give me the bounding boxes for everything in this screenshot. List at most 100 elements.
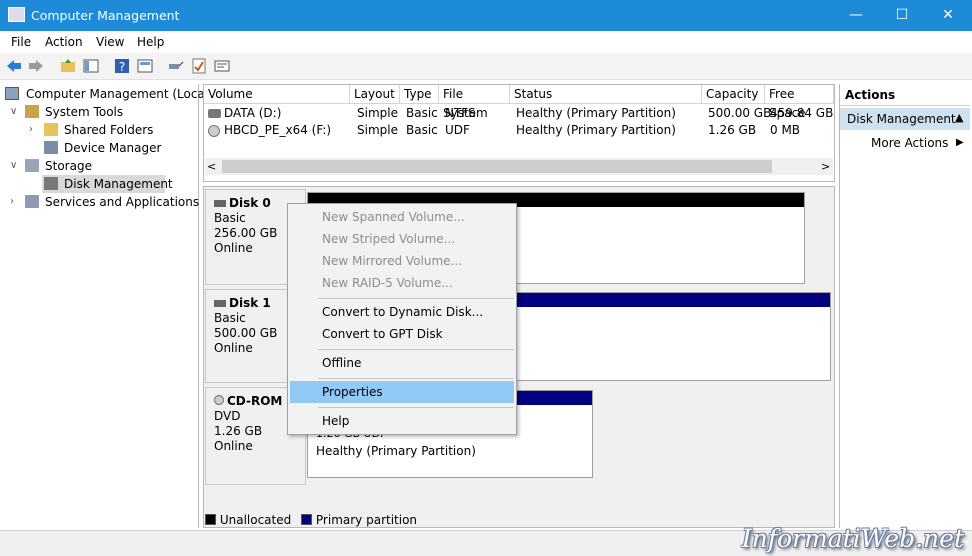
- menu-item-convert-to-gpt-disk[interactable]: Convert to GPT Disk: [290, 323, 514, 345]
- tree-item-shared-folders[interactable]: Shared Folders: [64, 121, 153, 139]
- column-header-volume[interactable]: Volume: [204, 85, 350, 104]
- menu-item-offline[interactable]: Offline: [290, 352, 514, 374]
- column-header-layout[interactable]: Layout: [350, 85, 400, 104]
- table-cell: 1.26 GB: [708, 123, 757, 137]
- close-button[interactable]: ✕: [925, 0, 971, 31]
- actions-title: Actions: [840, 84, 970, 106]
- tools-icon: [25, 105, 39, 118]
- table-cell: 459.84 GB: [770, 106, 834, 120]
- tree-item-disk-management[interactable]: Disk Management: [64, 175, 173, 193]
- menu-item-convert-to-dynamic-disk[interactable]: Convert to Dynamic Disk...: [290, 301, 514, 323]
- table-cell: 0 MB: [770, 123, 801, 137]
- menu-item-new-mirrored-volume: New Mirrored Volume...: [322, 254, 462, 268]
- column-header-file-system[interactable]: File System: [439, 85, 510, 120]
- drive-icon: [208, 109, 221, 118]
- disk-management-icon: [44, 177, 58, 190]
- watermark-logo: InformatiWeb.net: [741, 524, 964, 553]
- expand-chevron-icon[interactable]: ›: [10, 196, 20, 207]
- table-cell: UDF: [445, 123, 470, 137]
- menu-view[interactable]: View: [96, 35, 124, 49]
- column-header-free-space[interactable]: Free Space: [765, 85, 834, 120]
- menu-separator: [318, 349, 514, 350]
- back-arrow-icon[interactable]: [6, 58, 22, 74]
- menu-help[interactable]: Help: [137, 35, 164, 49]
- cd-icon: [208, 125, 220, 137]
- volume-status-text: Healthy (Primary Partition): [316, 444, 476, 458]
- maximize-button[interactable]: ☐: [879, 0, 925, 31]
- disk-type: DVD: [214, 409, 241, 423]
- tree-item-system-tools[interactable]: System Tools: [45, 103, 123, 121]
- disk-size: 1.26 GB: [214, 424, 263, 438]
- properties-view-icon[interactable]: [137, 58, 153, 74]
- table-cell: Basic: [406, 106, 438, 120]
- device-manager-icon: [44, 141, 58, 154]
- scrollbar-thumb[interactable]: [222, 160, 772, 173]
- scroll-right-icon[interactable]: >: [821, 158, 830, 175]
- table-cell: Basic: [406, 123, 438, 137]
- disk-state: Online: [214, 341, 253, 355]
- navigation-tree: Computer Management (Local) ∨ System Too…: [2, 84, 213, 528]
- minimize-button[interactable]: —: [833, 0, 879, 31]
- context-menu: New Spanned Volume... New Striped Volume…: [287, 203, 517, 435]
- menu-bar: File Action View Help: [0, 31, 972, 52]
- connect-icon[interactable]: [168, 58, 184, 74]
- disk-state: Online: [214, 439, 253, 453]
- tree-item-computer-management[interactable]: Computer Management (Local): [26, 85, 213, 103]
- actions-pane: Actions Disk Management ▲ More Actions ▶: [839, 84, 970, 528]
- console-window-icon[interactable]: [214, 58, 230, 74]
- table-cell[interactable]: DATA (D:): [224, 105, 281, 122]
- toolbar: ?: [0, 53, 972, 80]
- services-icon: [25, 195, 39, 208]
- horizontal-scrollbar[interactable]: < >: [205, 158, 833, 175]
- show-hide-tree-icon[interactable]: [83, 58, 99, 74]
- collapse-chevron-icon[interactable]: ∨: [10, 106, 20, 117]
- more-actions-link[interactable]: More Actions: [871, 136, 948, 150]
- collapse-chevron-icon[interactable]: ∨: [10, 160, 20, 171]
- menu-item-new-striped-volume: New Striped Volume...: [322, 232, 456, 246]
- up-folder-icon[interactable]: [60, 58, 76, 74]
- legend: Unallocated Primary partition: [205, 511, 417, 529]
- column-header-status[interactable]: Status: [510, 85, 702, 104]
- tree-item-device-manager[interactable]: Device Manager: [64, 139, 161, 157]
- table-cell[interactable]: HBCD_PE_x64 (F:): [224, 122, 331, 139]
- disk-name: CD-ROM 0: [214, 394, 297, 409]
- menu-separator: [318, 378, 514, 379]
- table-cell: Healthy (Primary Partition): [516, 106, 676, 120]
- menu-file[interactable]: File: [11, 35, 31, 49]
- table-cell: Simple: [357, 106, 398, 120]
- disk-size: 500.00 GB: [214, 326, 278, 340]
- legend-primary: Primary partition: [315, 513, 418, 527]
- column-header-type[interactable]: Type: [400, 85, 439, 104]
- tree-item-services-and-applications[interactable]: Services and Applications: [45, 193, 199, 211]
- svg-text:?: ?: [119, 60, 125, 74]
- checklist-icon[interactable]: [191, 58, 207, 74]
- computer-icon: [5, 87, 19, 100]
- column-header-capacity[interactable]: Capacity: [702, 85, 765, 104]
- disk-type: Basic: [214, 311, 246, 325]
- actions-section-disk-management[interactable]: Disk Management: [840, 108, 970, 130]
- storage-icon: [25, 159, 39, 172]
- forward-arrow-icon[interactable]: [28, 58, 44, 74]
- menu-item-properties[interactable]: Properties: [290, 381, 514, 403]
- window-title: Computer Management: [31, 8, 180, 23]
- help-icon[interactable]: ?: [114, 58, 130, 74]
- submenu-arrow-icon: ▶: [956, 137, 964, 148]
- table-cell: Simple: [357, 123, 398, 137]
- tree-item-storage[interactable]: Storage: [45, 157, 92, 175]
- table-cell: NTFS: [445, 106, 476, 120]
- collapse-arrow-icon[interactable]: ▲: [955, 111, 963, 124]
- shared-folder-icon: [44, 123, 58, 136]
- expand-chevron-icon[interactable]: ›: [29, 124, 39, 135]
- table-cell: 500.00 GB: [708, 106, 772, 120]
- scroll-left-icon[interactable]: <: [207, 158, 216, 175]
- disk-name: Disk 0: [214, 196, 297, 211]
- disk-name: Disk 1: [214, 296, 297, 311]
- menu-item-help[interactable]: Help: [290, 410, 514, 432]
- menu-separator: [318, 407, 514, 408]
- disk-size: 256.00 GB: [214, 226, 278, 240]
- disk-type: Basic: [214, 211, 246, 225]
- unallocated-swatch: [205, 514, 216, 525]
- menu-separator: [318, 298, 514, 299]
- menu-action[interactable]: Action: [45, 35, 83, 49]
- table-cell: Healthy (Primary Partition): [516, 123, 676, 137]
